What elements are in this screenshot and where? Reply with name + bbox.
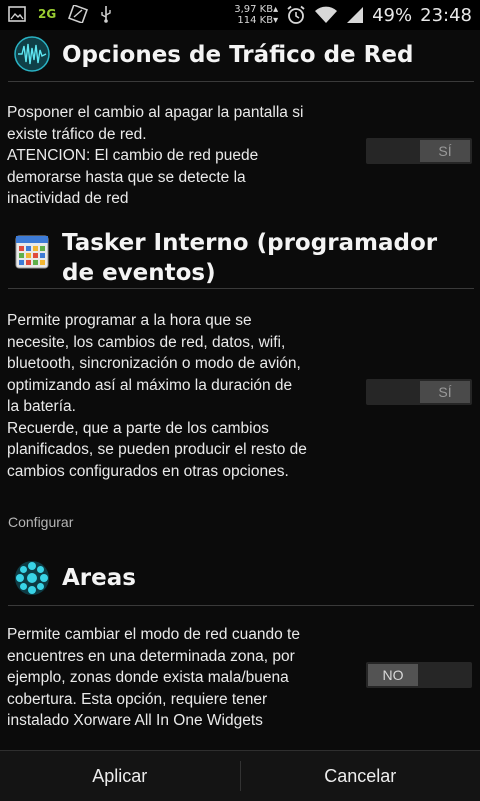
tasker-toggle[interactable]: SÍ — [366, 379, 472, 405]
areas-icon — [14, 560, 50, 596]
toggle-thumb: NO — [368, 664, 418, 686]
wifi-icon — [314, 6, 338, 24]
cancel-button[interactable]: Cancelar — [241, 751, 480, 801]
network-traffic-toggle[interactable]: SÍ — [366, 138, 472, 164]
section-description: Permite cambiar el modo de red cuando te… — [7, 624, 352, 732]
toggle-thumb: SÍ — [420, 140, 470, 162]
areas-toggle[interactable]: NO — [366, 662, 472, 688]
signal-icon — [346, 6, 364, 24]
section-title: Tasker Interno (programador de eventos) — [62, 228, 470, 288]
divider — [8, 288, 474, 289]
apply-button[interactable]: Aplicar — [0, 751, 240, 801]
toggle-thumb: SÍ — [420, 381, 470, 403]
button-bar: Aplicar Cancelar — [0, 750, 480, 801]
settings-list: Opciones de Tráfico de Red Posponer el c… — [0, 30, 480, 750]
data-speed: 3,97 KB▴ 114 KB▾ — [234, 4, 278, 26]
battery-percent: 49% — [372, 5, 412, 26]
usb-icon — [100, 5, 112, 23]
alarm-icon — [286, 5, 306, 25]
category-label: Configurar — [8, 514, 73, 530]
section-title: Opciones de Tráfico de Red — [62, 40, 470, 70]
app-notification-icon — [68, 5, 88, 23]
section-title: Areas — [62, 563, 470, 593]
network-type-indicator: 2G — [38, 7, 56, 21]
section-description: Posponer el cambio al apagar la pantalla… — [7, 102, 352, 210]
clock: 23:48 — [420, 5, 472, 26]
divider — [8, 605, 474, 606]
network-traffic-icon — [14, 36, 50, 72]
image-notification-icon — [8, 6, 26, 22]
divider — [8, 81, 474, 82]
status-bar: 2G 3,97 KB▴ 114 KB▾ 49% 23:48 — [0, 0, 480, 30]
section-description: Permite programar a la hora que se neces… — [7, 310, 352, 482]
calendar-icon — [14, 234, 50, 270]
